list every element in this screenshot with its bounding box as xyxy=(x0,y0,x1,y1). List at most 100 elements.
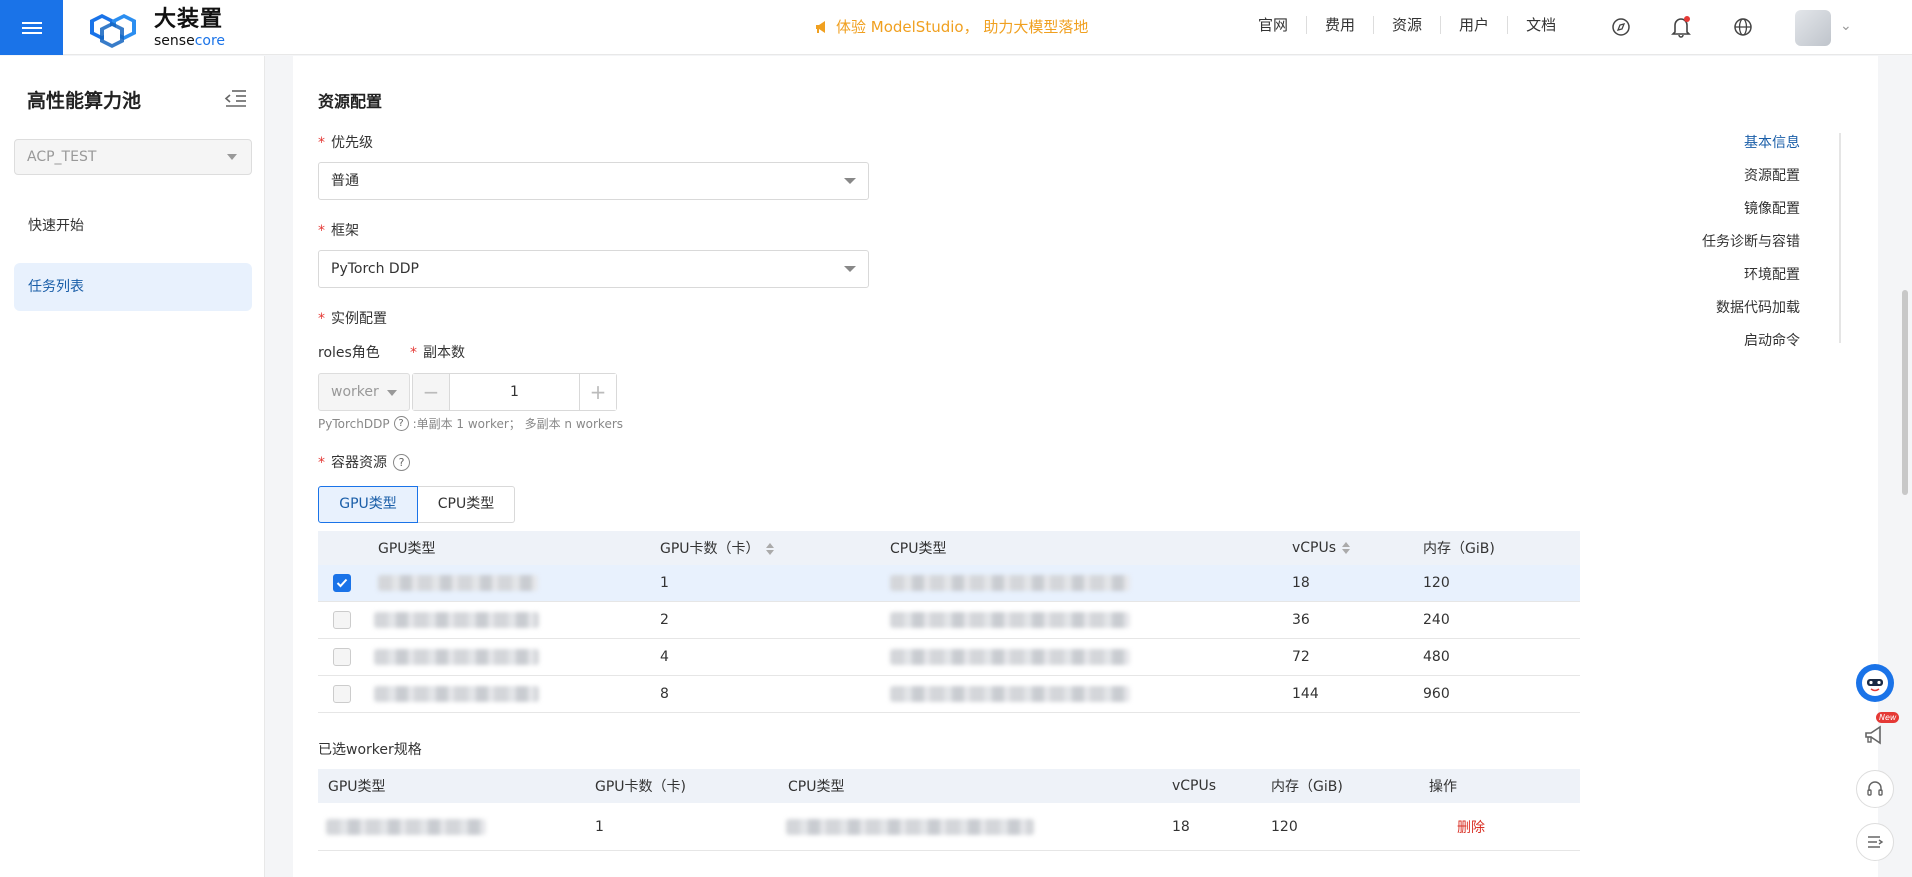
redacted-cpu-type xyxy=(890,686,1130,702)
col-gpu-count: GPU卡数（卡) xyxy=(595,779,686,795)
anchor-image-config[interactable]: 镜像配置 xyxy=(1744,198,1800,218)
row-checkbox[interactable] xyxy=(333,648,351,666)
nav-users[interactable]: 用户 xyxy=(1441,16,1509,34)
logo-en-text: sensecore xyxy=(154,32,226,49)
anchor-basic-info[interactable]: 基本信息 xyxy=(1744,132,1800,152)
caret-down-icon xyxy=(227,154,237,160)
memory-cell: 120 xyxy=(1271,818,1298,835)
instance-hint: PyTorchDDP ? :单副本 1 worker； 多副本 n worker… xyxy=(318,416,624,431)
gpu-count-cell: 8 xyxy=(660,686,669,702)
nav-official-site[interactable]: 官网 xyxy=(1240,16,1308,34)
row-checkbox[interactable] xyxy=(333,685,351,703)
delete-button[interactable]: 删除 xyxy=(1457,817,1485,837)
col-vcpus: vCPUs xyxy=(1172,778,1217,794)
col-gpu-count[interactable]: GPU卡数（卡） xyxy=(660,538,774,558)
promo-banner[interactable]: 体验 ModelStudio， 助力大模型落地 xyxy=(814,16,1088,37)
sensecore-logo[interactable]: 大装置 sensecore xyxy=(80,8,225,48)
anchor-env-config[interactable]: 环境配置 xyxy=(1744,264,1800,284)
gpu-count-cell: 1 xyxy=(660,575,669,591)
anchor-diagnosis-fault-tolerance[interactable]: 任务诊断与容错 xyxy=(1702,231,1800,251)
logo-cn-text: 大装置 xyxy=(154,6,224,32)
top-nav: 官网 费用 资源 用户 文档 xyxy=(1240,16,1574,34)
chevron-down-icon[interactable]: ⌄ xyxy=(1840,18,1852,34)
memory-cell: 480 xyxy=(1423,649,1450,665)
anchor-data-code-load[interactable]: 数据代码加载 xyxy=(1716,297,1800,317)
redacted-gpu-type xyxy=(374,686,539,702)
headset-support-icon[interactable] xyxy=(1856,770,1894,808)
memory-cell: 120 xyxy=(1423,575,1450,591)
announcement-float-button[interactable]: New xyxy=(1856,712,1900,754)
vcpus-cell: 18 xyxy=(1292,575,1310,591)
table-row[interactable]: 2 36 240 xyxy=(318,602,1580,639)
redacted-gpu-type xyxy=(374,612,539,628)
user-avatar[interactable] xyxy=(1795,10,1831,46)
increment-button[interactable]: + xyxy=(579,374,616,410)
megaphone-icon xyxy=(816,20,825,33)
redacted-cpu-type xyxy=(890,612,1130,628)
framework-select[interactable]: PyTorch DDP xyxy=(318,250,869,288)
role-select[interactable]: worker xyxy=(318,373,410,411)
gpu-spec-table: GPU类型 GPU卡数（卡） CPU类型 vCPUs 内存（GiB) 1 18 … xyxy=(318,531,1580,713)
nav-billing[interactable]: 费用 xyxy=(1307,16,1375,34)
tab-cpu-type[interactable]: CPU类型 xyxy=(418,486,515,523)
nav-docs[interactable]: 文档 xyxy=(1508,16,1574,34)
gpu-count-cell: 4 xyxy=(660,649,669,665)
help-icon[interactable]: ? xyxy=(393,416,409,431)
col-gpu-type: GPU类型 xyxy=(328,779,386,795)
col-cpu-type: CPU类型 xyxy=(890,541,947,557)
redacted-gpu-type xyxy=(326,818,486,835)
sort-icon[interactable] xyxy=(765,543,774,555)
hamburger-menu-button[interactable] xyxy=(0,0,63,55)
tab-gpu-type[interactable]: GPU类型 xyxy=(318,486,418,523)
table-row[interactable]: 1 18 120 xyxy=(318,565,1580,602)
redacted-cpu-type xyxy=(890,575,1130,591)
notification-bell-icon[interactable] xyxy=(1667,13,1695,41)
table-row[interactable]: 4 72 480 xyxy=(318,639,1580,676)
vcpus-cell: 144 xyxy=(1292,686,1319,702)
page-scrollbar[interactable] xyxy=(1902,290,1908,495)
anchor-resource-config[interactable]: 资源配置 xyxy=(1744,165,1800,185)
help-icon[interactable]: ? xyxy=(393,453,410,471)
sort-icon[interactable] xyxy=(1342,542,1351,554)
row-checkbox[interactable] xyxy=(333,574,351,592)
redacted-gpu-type xyxy=(378,575,538,591)
caret-down-icon xyxy=(844,266,856,272)
framework-label: * 框架 xyxy=(318,223,359,239)
col-memory: 内存（GiB) xyxy=(1423,541,1495,557)
collapse-sidebar-icon[interactable] xyxy=(224,88,248,108)
pool-select[interactable]: ACP_TEST xyxy=(14,139,252,175)
gpu-count-cell: 2 xyxy=(660,612,669,628)
assistant-bot-icon[interactable] xyxy=(1856,664,1894,702)
table-row: 1 18 120 删除 xyxy=(318,803,1580,851)
gpu-count-cell: 1 xyxy=(595,818,604,835)
compass-icon[interactable] xyxy=(1607,13,1635,41)
promo-text: 体验 ModelStudio， 助力大模型落地 xyxy=(836,18,1089,36)
sidebar-item-quick-start[interactable]: 快速开始 xyxy=(14,202,252,250)
roles-label: roles角色 xyxy=(318,345,380,361)
row-checkbox[interactable] xyxy=(333,611,351,629)
table-row[interactable]: 8 144 960 xyxy=(318,676,1580,713)
redacted-cpu-type xyxy=(890,649,1130,665)
menu-icon xyxy=(21,19,42,37)
top-bar: 大装置 sensecore 体验 ModelStudio， 助力大模型落地 官网… xyxy=(0,0,1912,55)
col-gpu-type: GPU类型 xyxy=(378,541,436,557)
selected-spec-table: GPU类型 GPU卡数（卡) CPU类型 vCPUs 内存（GiB) 操作 1 … xyxy=(318,769,1580,851)
globe-language-icon[interactable] xyxy=(1729,13,1757,41)
collapse-float-icon[interactable] xyxy=(1856,823,1894,861)
replicas-value[interactable]: 1 xyxy=(450,374,579,410)
col-vcpus[interactable]: vCPUs xyxy=(1292,540,1351,556)
anchor-track xyxy=(1839,133,1841,343)
decrement-button[interactable]: − xyxy=(413,374,450,410)
table-header: GPU类型 GPU卡数（卡） CPU类型 vCPUs 内存（GiB) xyxy=(318,531,1580,565)
sidebar-item-task-list[interactable]: 任务列表 xyxy=(14,263,252,311)
sidebar-title: 高性能算力池 xyxy=(27,90,142,112)
memory-cell: 240 xyxy=(1423,612,1450,628)
col-cpu-type: CPU类型 xyxy=(788,779,845,795)
selected-spec-title: 已选worker规格 xyxy=(318,742,422,758)
nav-resources[interactable]: 资源 xyxy=(1374,16,1442,34)
logo-cubes-icon xyxy=(90,14,136,48)
priority-label: * 优先级 xyxy=(318,135,373,151)
anchor-start-command[interactable]: 启动命令 xyxy=(1744,330,1800,350)
replicas-stepper: − 1 + xyxy=(412,373,617,411)
priority-select[interactable]: 普通 xyxy=(318,162,869,200)
